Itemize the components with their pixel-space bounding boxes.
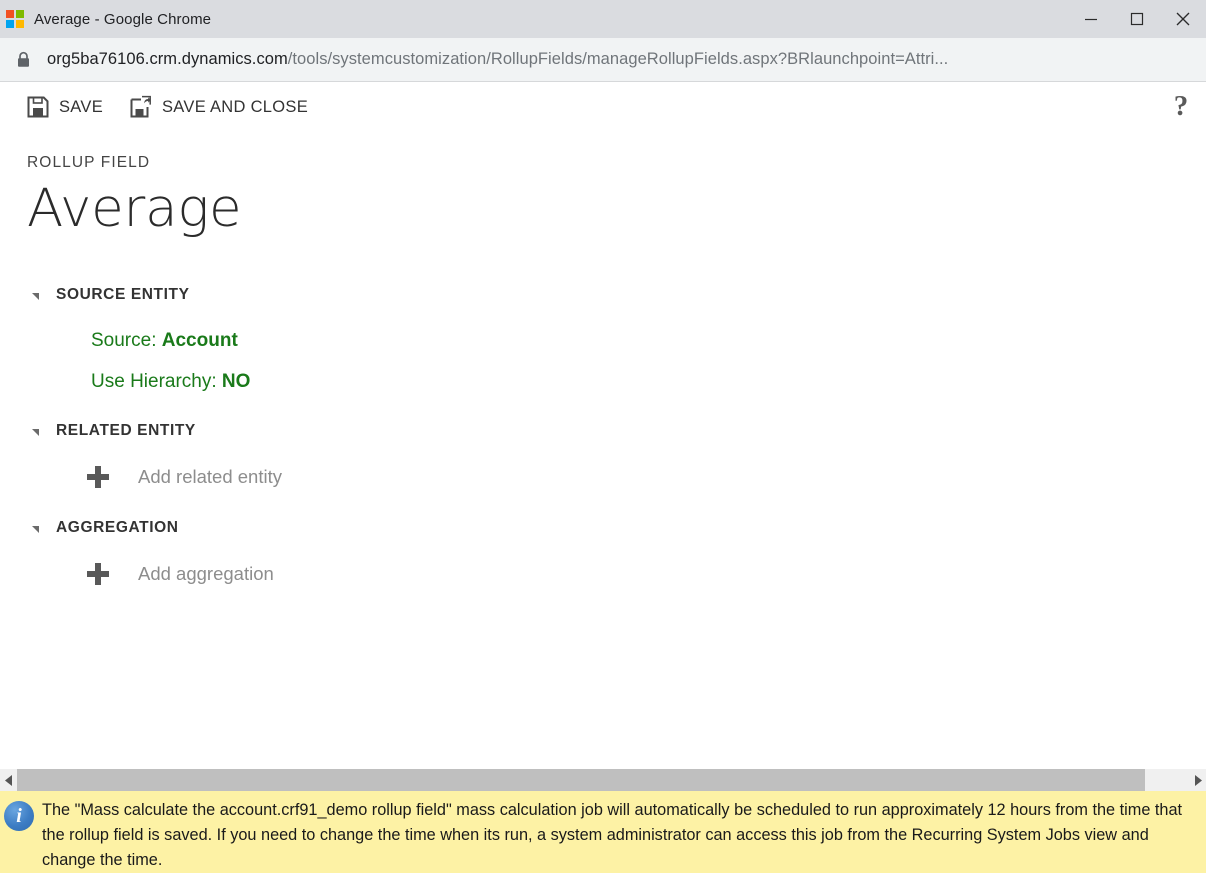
add-aggregation-label: Add aggregation	[138, 563, 274, 585]
plus-icon	[87, 466, 109, 488]
use-hierarchy-label: Use Hierarchy:	[91, 371, 222, 392]
command-bar: SAVE SAVE AND CLOSE ?	[0, 83, 1206, 131]
source-entity-row[interactable]: Source: Account	[27, 331, 1206, 350]
scrollbar-track[interactable]	[17, 769, 1189, 791]
scrollbar-thumb[interactable]	[17, 769, 1145, 791]
collapse-triangle-icon	[32, 429, 39, 436]
window-controls	[1068, 0, 1206, 38]
source-label: Source:	[91, 330, 162, 351]
save-button-label: SAVE	[59, 98, 103, 117]
source-value: Account	[162, 330, 238, 351]
section-title-related-entity: RELATED ENTITY	[56, 422, 196, 440]
page-title: Average	[27, 180, 1206, 237]
save-and-close-icon	[129, 95, 153, 119]
add-related-entity-label: Add related entity	[138, 466, 282, 488]
save-icon	[26, 95, 50, 119]
page-eyebrow: ROLLUP FIELD	[27, 154, 1206, 172]
save-and-close-button[interactable]: SAVE AND CLOSE	[129, 89, 308, 125]
window-title: Average - Google Chrome	[34, 11, 211, 28]
sections-container: SOURCE ENTITY Source: Account Use Hierar…	[0, 282, 1206, 585]
rollup-field-editor: SAVE SAVE AND CLOSE ? ROLLUP FIELD Avera…	[0, 83, 1206, 769]
add-aggregation-button[interactable]: Add aggregation	[27, 563, 1206, 585]
help-icon: ?	[1174, 92, 1189, 121]
use-hierarchy-row[interactable]: Use Hierarchy: NO	[27, 372, 1206, 391]
scroll-left-button[interactable]	[0, 769, 17, 791]
add-related-entity-button[interactable]: Add related entity	[27, 466, 1206, 488]
horizontal-scrollbar[interactable]	[0, 769, 1206, 791]
section-title-source-entity: SOURCE ENTITY	[56, 286, 190, 304]
scroll-right-button[interactable]	[1189, 769, 1206, 791]
info-icon: i	[4, 801, 34, 831]
help-button[interactable]: ?	[1164, 89, 1198, 123]
spacer	[27, 391, 1206, 418]
notification-bar: i The "Mass calculate the account.crf91_…	[0, 791, 1206, 873]
section-header-related-entity[interactable]: RELATED ENTITY	[27, 418, 1206, 444]
use-hierarchy-value: NO	[222, 371, 251, 392]
minimize-icon	[1084, 12, 1098, 26]
lock-icon	[16, 51, 31, 69]
maximize-button[interactable]	[1114, 0, 1160, 38]
url-host: org5ba76106.crm.dynamics.com	[47, 50, 288, 68]
url-text: org5ba76106.crm.dynamics.com/tools/syste…	[47, 50, 948, 69]
spacer	[27, 488, 1206, 515]
url-path: /tools/systemcustomization/RollupFields/…	[288, 50, 949, 68]
close-button[interactable]	[1160, 0, 1206, 38]
page-header: ROLLUP FIELD Average	[0, 154, 1206, 237]
chevron-right-icon	[1194, 775, 1202, 786]
plus-icon	[87, 563, 109, 585]
section-header-aggregation[interactable]: AGGREGATION	[27, 515, 1206, 541]
microsoft-logo-icon	[6, 10, 24, 28]
section-title-aggregation: AGGREGATION	[56, 519, 179, 537]
collapse-triangle-icon	[32, 526, 39, 533]
browser-address-bar[interactable]: org5ba76106.crm.dynamics.com/tools/syste…	[0, 38, 1206, 82]
chevron-left-icon	[5, 775, 13, 786]
notification-message: The "Mass calculate the account.crf91_de…	[42, 798, 1198, 872]
browser-title-bar: Average - Google Chrome	[0, 0, 1206, 38]
collapse-triangle-icon	[32, 293, 39, 300]
save-button[interactable]: SAVE	[26, 89, 103, 125]
maximize-icon	[1130, 12, 1144, 26]
minimize-button[interactable]	[1068, 0, 1114, 38]
close-icon	[1175, 11, 1191, 27]
section-header-source-entity[interactable]: SOURCE ENTITY	[27, 282, 1206, 308]
save-and-close-button-label: SAVE AND CLOSE	[162, 98, 308, 117]
